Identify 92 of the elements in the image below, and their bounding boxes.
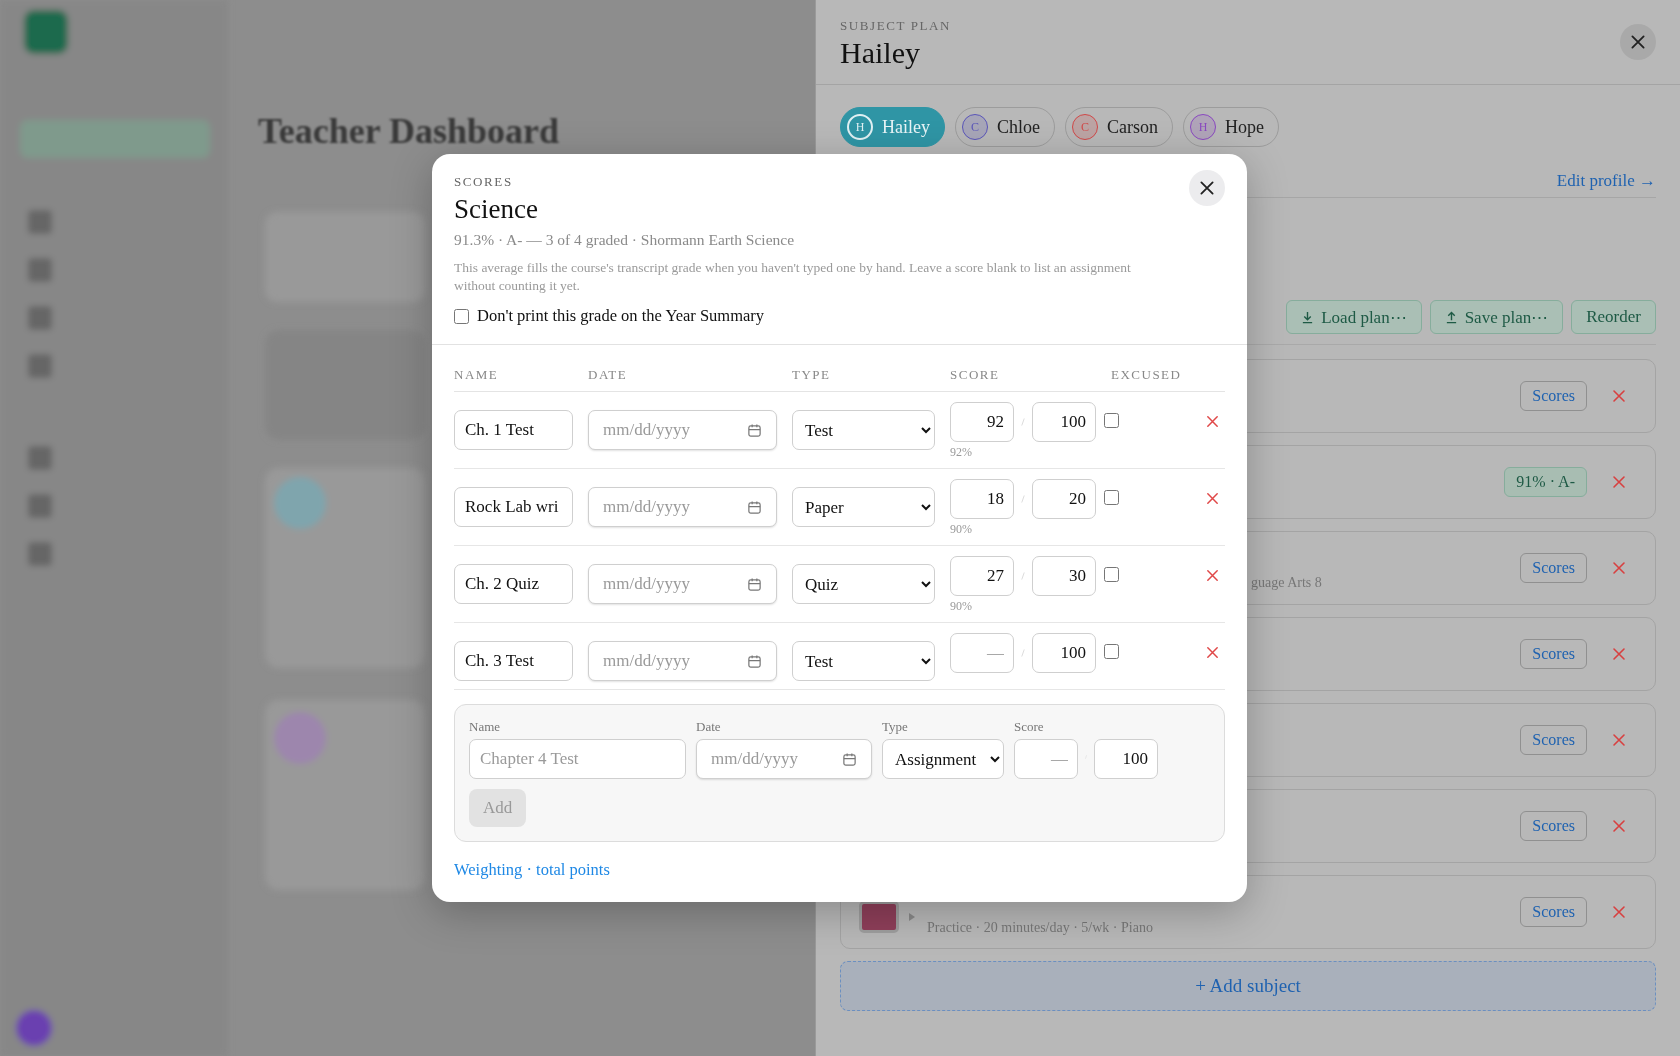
close-icon bbox=[1629, 33, 1647, 51]
field-label: Score bbox=[1014, 719, 1045, 736]
field-label: Type bbox=[882, 719, 909, 736]
column-header: NAME bbox=[454, 367, 500, 384]
student-avatar: H bbox=[847, 114, 873, 140]
checkbox[interactable] bbox=[454, 308, 469, 324]
dialog-title: Science bbox=[454, 194, 538, 225]
close-icon bbox=[1205, 645, 1220, 661]
close-icon bbox=[1198, 179, 1216, 197]
plan-action-button[interactable]: Load plan⋯ bbox=[1286, 300, 1422, 334]
student-avatar bbox=[274, 477, 326, 529]
nav-icon[interactable] bbox=[28, 446, 52, 470]
close-icon bbox=[1611, 560, 1627, 576]
calendar-icon bbox=[747, 422, 762, 438]
student-avatar: C bbox=[962, 114, 988, 140]
close-icon bbox=[1611, 646, 1627, 662]
drawer-eyebrow: SUBJECT PLAN bbox=[840, 18, 952, 34]
help-text: This average fills the course's transcript grade when you haven't typed one by hand. Leave a score blank to list an assignment without counting it yet. bbox=[454, 259, 1132, 295]
plan-action-button[interactable]: Reorder bbox=[1571, 300, 1656, 334]
subject-details: Practice · 20 minutes/day · 5/wk · Piano bbox=[927, 920, 1153, 935]
points-field[interactable]: 30 bbox=[1032, 556, 1096, 597]
grade-summary: 91.3% · A- — 3 of 4 graded · Shormann Earth Science bbox=[454, 231, 795, 249]
score-field[interactable]: — bbox=[950, 633, 1014, 674]
points-field[interactable]: 100 bbox=[1094, 739, 1158, 780]
page-title: Teacher Dashboard bbox=[258, 110, 560, 152]
student-chip[interactable]: C Carson bbox=[1065, 107, 1173, 147]
nav-icon[interactable] bbox=[28, 542, 52, 566]
close-icon bbox=[1611, 732, 1627, 748]
percent-text: 90% bbox=[950, 599, 973, 615]
student-avatar: H bbox=[1190, 114, 1216, 140]
close-icon bbox=[1205, 414, 1220, 430]
logo-icon bbox=[24, 10, 68, 54]
score-field[interactable]: 92 bbox=[950, 402, 1014, 443]
grade-badge[interactable]: 91% · A- bbox=[1504, 467, 1587, 497]
column-header: DATE bbox=[588, 367, 629, 384]
checkbox-label: Don't print this grade on the Year Summary bbox=[477, 306, 765, 327]
student-chip[interactable]: H Hope bbox=[1183, 107, 1279, 147]
subject-details: guage Arts 8 bbox=[1251, 575, 1322, 590]
excused-checkbox[interactable] bbox=[1104, 490, 1119, 506]
type-select[interactable]: Paper bbox=[792, 487, 935, 528]
excused-checkbox[interactable] bbox=[1104, 567, 1119, 583]
plan-action-button[interactable]: Save plan⋯ bbox=[1429, 300, 1564, 334]
nav-icon[interactable] bbox=[28, 494, 52, 518]
name-field[interactable]: Rock Lab wri bbox=[454, 487, 573, 528]
type-select[interactable]: Assignment bbox=[882, 739, 1004, 780]
field-label: Date bbox=[696, 719, 722, 736]
points-field[interactable]: 20 bbox=[1032, 479, 1096, 520]
score-field[interactable]: 18 bbox=[950, 479, 1014, 520]
close-icon bbox=[1205, 491, 1220, 507]
nav-icon[interactable] bbox=[28, 210, 52, 234]
name-field[interactable]: Ch. 2 Quiz bbox=[454, 564, 573, 605]
user-avatar bbox=[16, 1010, 52, 1046]
close-icon bbox=[1205, 568, 1220, 584]
field-label: Name bbox=[469, 719, 502, 736]
close-button[interactable] bbox=[1620, 24, 1656, 60]
column-header: SCORE bbox=[950, 367, 1001, 384]
excused-checkbox[interactable] bbox=[1104, 413, 1119, 429]
calendar-icon bbox=[747, 576, 762, 592]
name-field[interactable]: Ch. 3 Test bbox=[454, 641, 573, 682]
close-icon bbox=[1611, 474, 1627, 490]
drawer-title: Hailey bbox=[840, 36, 921, 70]
download-icon bbox=[1301, 310, 1315, 324]
points-field[interactable]: 100 bbox=[1032, 633, 1096, 674]
nav-icon[interactable] bbox=[28, 258, 52, 282]
student-avatar: C bbox=[1072, 114, 1098, 140]
column-header: EXCUSED bbox=[1111, 367, 1183, 384]
calendar-icon bbox=[747, 653, 762, 669]
type-select[interactable]: Quiz bbox=[792, 564, 935, 605]
name-field[interactable]: Chapter 4 Test bbox=[469, 739, 686, 780]
percent-text: 92% bbox=[950, 445, 973, 461]
score-field[interactable]: — bbox=[1014, 739, 1078, 780]
type-select[interactable]: Test bbox=[792, 410, 935, 451]
caret-icon[interactable] bbox=[909, 913, 915, 921]
weighting-link[interactable]: Weighting · total points bbox=[454, 860, 610, 881]
nav-icon[interactable] bbox=[28, 354, 52, 378]
student-chip[interactable]: C Chloe bbox=[955, 107, 1055, 147]
close-button[interactable] bbox=[1189, 170, 1225, 206]
nav-icon[interactable] bbox=[28, 306, 52, 330]
close-icon bbox=[1611, 388, 1627, 404]
calendar-icon bbox=[747, 499, 762, 515]
type-select[interactable]: Test bbox=[792, 641, 935, 682]
name-field[interactable]: Ch. 1 Test bbox=[454, 410, 573, 451]
excused-checkbox[interactable] bbox=[1104, 644, 1119, 660]
score-field[interactable]: 27 bbox=[950, 556, 1014, 597]
column-header: TYPE bbox=[792, 367, 832, 384]
dialog-eyebrow: SCORES bbox=[454, 174, 513, 190]
calendar-icon bbox=[842, 751, 857, 767]
percent-text: 90% bbox=[950, 522, 973, 538]
upload-icon bbox=[1444, 310, 1458, 324]
points-field[interactable]: 100 bbox=[1032, 402, 1096, 443]
close-icon bbox=[1611, 818, 1627, 834]
close-icon bbox=[1611, 904, 1627, 920]
